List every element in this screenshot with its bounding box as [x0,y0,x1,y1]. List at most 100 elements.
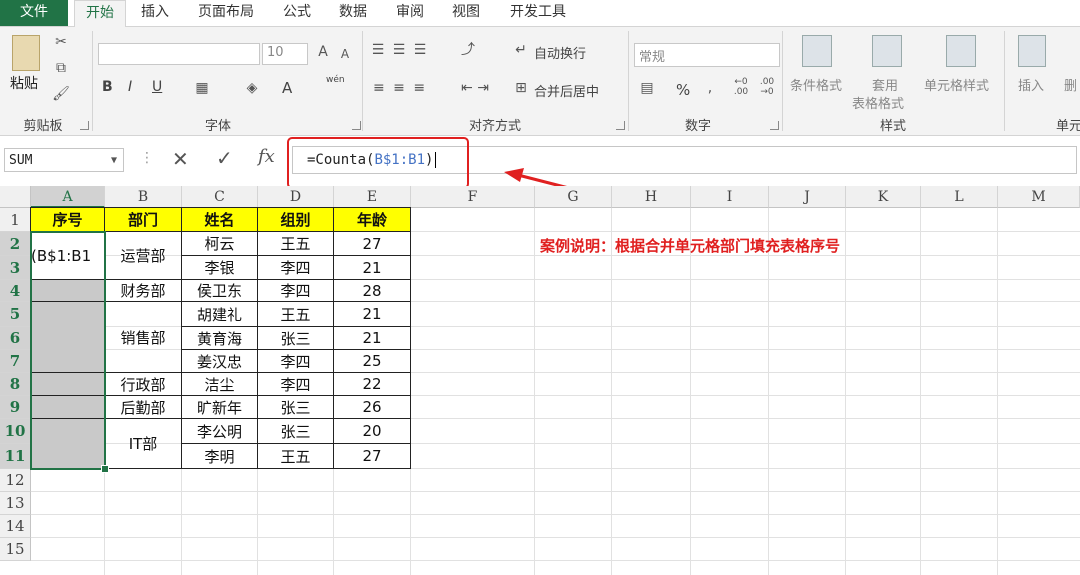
department-cell[interactable]: 财务部 [105,280,182,302]
cancel-icon[interactable]: ✕ [172,147,189,171]
column-header-d[interactable]: D [258,186,334,208]
merge-center-icon[interactable]: ⊞ [512,79,530,97]
wrap-text-icon[interactable]: ↵ [512,41,530,59]
age-cell[interactable]: 25 [334,350,411,373]
underline-button[interactable]: U [152,79,162,95]
table-header-cell[interactable]: 序号 [31,208,105,232]
name-cell[interactable]: 李银 [182,256,258,280]
row-header-1[interactable]: 1 [0,208,31,232]
font-launcher-icon[interactable] [352,121,361,130]
insert-cells-button[interactable]: 插入 [1018,75,1044,94]
column-header-a[interactable]: A [31,186,105,208]
column-header-f[interactable]: F [411,186,535,208]
fill-handle[interactable] [101,465,109,473]
age-cell[interactable]: 28 [334,280,411,302]
paste-icon[interactable] [12,35,40,71]
group-cell[interactable]: 王五 [258,444,334,469]
tab-formulas[interactable]: 公式 [274,0,320,26]
tab-review[interactable]: 审阅 [386,0,434,26]
table-header-cell[interactable]: 姓名 [182,208,258,232]
increase-decimal-icon[interactable]: ←0.00 [730,77,752,97]
accounting-format-icon[interactable]: ▤ [636,79,658,97]
column-header-m[interactable]: M [998,186,1080,208]
cut-icon[interactable]: ✂ [52,33,70,51]
phonetic-button[interactable]: wén [326,75,345,85]
age-cell[interactable]: 27 [334,232,411,256]
row-header-15[interactable]: 15 [0,538,31,561]
comma-style-icon[interactable]: , [702,79,718,97]
font-size-dropdown[interactable]: 10 [262,43,308,65]
font-color-button[interactable]: A [282,79,292,97]
row-header-14[interactable]: 14 [0,515,31,538]
tab-developer[interactable]: 开发工具 [500,0,576,26]
age-cell[interactable]: 21 [334,256,411,280]
cell-styles-icon[interactable] [946,35,976,67]
group-cell[interactable]: 王五 [258,302,334,327]
department-cell[interactable]: IT部 [105,419,182,469]
department-cell[interactable]: 运营部 [105,232,182,280]
border-icon[interactable]: ▦ [192,79,212,97]
decrease-decimal-icon[interactable]: .00 →0 [756,77,778,97]
table-header-cell[interactable]: 组别 [258,208,334,232]
tab-view[interactable]: 视图 [442,0,490,26]
tab-page-layout[interactable]: 页面布局 [188,0,264,26]
column-header-b[interactable]: B [105,186,182,208]
sequence-cell[interactable] [31,419,105,469]
clipboard-launcher-icon[interactable] [80,121,89,130]
fill-color-icon[interactable]: ◈ [242,79,262,97]
font-name-dropdown[interactable] [98,43,260,65]
shrink-font-icon[interactable]: A [338,45,352,63]
group-cell[interactable]: 张三 [258,419,334,444]
format-as-table-icon[interactable] [872,35,902,67]
name-cell[interactable]: 李公明 [182,419,258,444]
name-box[interactable]: SUM ▼ [4,148,124,172]
percent-button[interactable]: % [676,81,690,99]
age-cell[interactable]: 22 [334,373,411,396]
table-header-cell[interactable]: 部门 [105,208,182,232]
row-header-9[interactable]: 9 [0,396,31,419]
row-header-12[interactable]: 12 [0,469,31,492]
row-header-13[interactable]: 13 [0,492,31,515]
row-header-2[interactable]: 2 [0,232,31,256]
age-cell[interactable]: 27 [334,444,411,469]
department-cell[interactable]: 后勤部 [105,396,182,419]
sequence-cell[interactable] [31,302,105,373]
group-cell[interactable]: 李四 [258,350,334,373]
name-cell[interactable]: 姜汉忠 [182,350,258,373]
column-header-j[interactable]: J [769,186,846,208]
sequence-cell[interactable] [31,373,105,396]
column-header-i[interactable]: I [691,186,769,208]
bold-button[interactable]: B [102,79,113,95]
orientation-icon[interactable]: ⤴ [450,41,486,59]
department-cell[interactable]: 行政部 [105,373,182,396]
number-launcher-icon[interactable] [770,121,779,130]
cell-styles-button[interactable]: 单元格样式 [924,75,989,94]
row-header-4[interactable]: 4 [0,280,31,302]
tab-home[interactable]: 开始 [74,0,126,28]
tab-file[interactable]: 文件 [0,0,68,26]
name-cell[interactable]: 李明 [182,444,258,469]
merge-center-button[interactable]: 合并后居中 [534,81,599,100]
horizontal-align-icons[interactable]: ≡ ≡ ≡ [370,79,430,97]
column-header-k[interactable]: K [846,186,921,208]
group-cell[interactable]: 张三 [258,396,334,419]
column-header-l[interactable]: L [921,186,998,208]
indent-icons[interactable]: ⇤ ⇥ [450,79,500,97]
insert-cells-icon[interactable] [1018,35,1046,67]
name-cell[interactable]: 黄育海 [182,327,258,350]
row-header-7[interactable]: 7 [0,350,31,373]
group-cell[interactable]: 张三 [258,327,334,350]
format-painter-icon[interactable]: 🖌 [52,85,70,103]
column-header-c[interactable]: C [182,186,258,208]
department-cell[interactable]: 销售部 [105,302,182,373]
group-cell[interactable]: 李四 [258,373,334,396]
chevron-down-icon[interactable]: ▼ [111,149,117,173]
sequence-cell[interactable] [31,280,105,302]
italic-button[interactable]: I [128,79,132,95]
row-header-6[interactable]: 6 [0,327,31,350]
tab-data[interactable]: 数据 [328,0,378,26]
column-header-h[interactable]: H [612,186,691,208]
worksheet-grid[interactable]: ABCDEFGHIJKLM 1 2 3 4 5 6 7 8 9 10 11 12 13 14 15 序号 部门… [0,186,1080,575]
tab-insert[interactable]: 插入 [130,0,180,26]
format-as-table-button-line2[interactable]: 表格格式 [852,93,904,112]
